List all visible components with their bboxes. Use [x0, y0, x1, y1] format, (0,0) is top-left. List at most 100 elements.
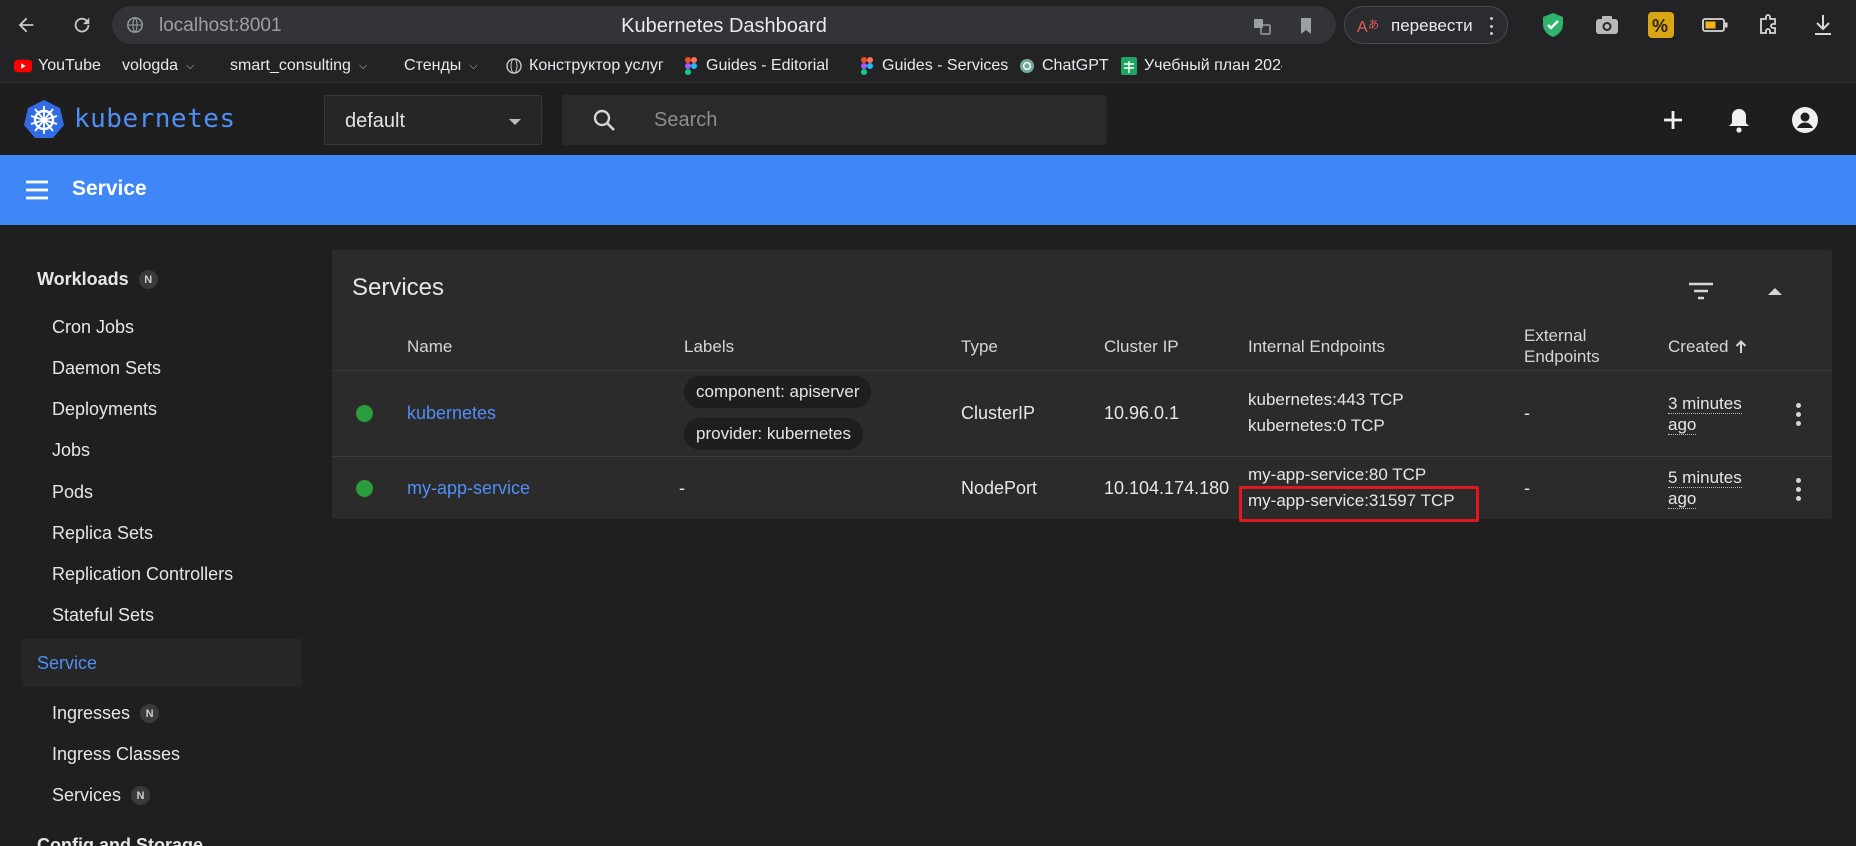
bookmark-label: Стенды [404, 57, 462, 74]
created-text: 5 minutes [1668, 468, 1742, 488]
namespaced-badge: N [138, 270, 158, 289]
card-title: Services [352, 274, 445, 301]
cluster-ip: 10.104.174.180 [1104, 478, 1230, 498]
row-actions-button[interactable] [1786, 399, 1810, 429]
column-header-name[interactable]: Name [407, 336, 452, 357]
sidebar-item-pods[interactable]: Pods [52, 482, 93, 503]
external-endpoints: - [1524, 478, 1530, 498]
bookmark-label: smart_consulting [230, 57, 351, 74]
labels-empty: - [679, 478, 685, 498]
sidebar-item-replica-sets[interactable]: Replica Sets [52, 523, 153, 544]
translate-extension[interactable]: Aあ перевести [1344, 6, 1508, 44]
sidebar-item-replication-controllers[interactable]: Replication Controllers [52, 564, 233, 585]
shield-extension-button[interactable] [1540, 12, 1566, 38]
more-vertical-icon[interactable] [1490, 17, 1494, 35]
sidebar-section-workloads[interactable]: Workloads N [37, 269, 158, 290]
bookmark-label: vologda [122, 57, 179, 74]
column-header-labels: Labels [684, 337, 735, 356]
bookmark-label: Guides - Services [882, 57, 1009, 74]
service-type: ClusterIP [961, 403, 1036, 423]
search-input[interactable] [654, 95, 1094, 145]
namespace-select[interactable]: default [324, 95, 542, 145]
sidebar: Workloads N Cron Jobs Daemon Sets Deploy… [0, 225, 310, 846]
bookmark-label: YouTube [38, 57, 101, 74]
service-type: NodePort [961, 478, 1038, 498]
sheets-icon [1120, 57, 1138, 75]
search-box [562, 95, 1107, 145]
row-divider [332, 456, 1832, 457]
bookmark-youtube[interactable]: YouTube [14, 55, 101, 77]
figma-icon [682, 57, 700, 75]
created-text: 3 minutes [1668, 394, 1742, 414]
sidebar-item-deployments[interactable]: Deployments [52, 399, 157, 420]
services-card: Services Name Labels Type Cluster IP Int… [332, 250, 1832, 519]
collapse-button[interactable] [1760, 276, 1790, 306]
sidebar-section-config-storage[interactable]: Config and Storage [37, 835, 203, 846]
bookmark-label: Guides - Editorial p [706, 57, 832, 74]
column-header-line: Endpoints [1524, 347, 1600, 366]
plus-icon [1664, 111, 1682, 129]
caret-up-icon [1768, 288, 1782, 295]
sidebar-item-jobs[interactable]: Jobs [52, 440, 90, 461]
create-button[interactable] [1658, 105, 1688, 135]
page-toolbar: Service [0, 155, 1856, 225]
bookmark-folder-vologda[interactable]: vologda ⌵ [122, 55, 194, 77]
globe-icon [505, 57, 523, 75]
svg-text:あ: あ [1368, 18, 1379, 31]
namespaced-badge: N [131, 786, 151, 805]
service-name-link[interactable]: kubernetes [407, 403, 496, 424]
svg-text:A: A [1357, 19, 1368, 36]
namespace-value: default [345, 110, 406, 132]
sidebar-item-services[interactable]: Services N [52, 785, 151, 806]
bookmark-service-constructor[interactable]: Конструктор услуг [505, 55, 665, 77]
account-button[interactable] [1790, 105, 1820, 135]
camera-extension-button[interactable] [1594, 12, 1620, 38]
sidebar-item-stateful-sets[interactable]: Stateful Sets [52, 605, 154, 626]
internal-endpoint: kubernetes:0 TCP [1248, 416, 1385, 435]
chatgpt-icon [1018, 57, 1036, 75]
sidebar-section-service[interactable]: Service [22, 639, 302, 687]
battery-extension-button[interactable] [1702, 12, 1728, 38]
menu-icon[interactable] [24, 177, 50, 203]
bell-icon [1729, 109, 1749, 133]
column-header-created[interactable]: Created [1668, 336, 1747, 357]
column-header-internal-endpoints: Internal Endpoints [1248, 337, 1386, 356]
row-actions-button[interactable] [1786, 474, 1810, 504]
bookmark-guides-editorial[interactable]: Guides - Editorial p [682, 55, 832, 77]
account-circle-icon [1792, 107, 1818, 133]
column-header-type: Type [961, 337, 998, 356]
sidebar-section-label: Config and Storage [37, 835, 203, 846]
bookmark-label: Конструктор услуг [529, 57, 664, 74]
kubernetes-logo[interactable]: kubernetes [24, 97, 236, 141]
bookmark-chatgpt[interactable]: ChatGPT [1018, 55, 1109, 77]
address-bar[interactable]: localhost:8001 Kubernetes Dashboard [112, 6, 1336, 44]
sidebar-item-label: Ingresses [52, 703, 131, 723]
sidebar-item-ingresses[interactable]: Ingresses N [52, 703, 160, 724]
search-icon [593, 109, 615, 131]
sidebar-item-ingress-classes[interactable]: Ingress Classes [52, 744, 180, 765]
bookmark-folder-smart-consulting[interactable]: smart_consulting ⌵ [230, 55, 367, 77]
bookmark-folder-stands[interactable]: Стенды ⌵ [404, 55, 478, 77]
back-button[interactable] [10, 9, 42, 41]
annotation-highlight-box [1239, 486, 1479, 522]
browser-toolbar: localhost:8001 Kubernetes Dashboard Aあ п… [0, 0, 1856, 50]
bookmark-icon[interactable] [1296, 16, 1316, 36]
service-name-link[interactable]: my-app-service [407, 478, 530, 499]
discount-extension-button[interactable]: % [1648, 12, 1674, 38]
sidebar-item-label: Ingress Classes [52, 744, 181, 764]
arrow-left-icon [18, 17, 34, 33]
sidebar-item-cron-jobs[interactable]: Cron Jobs [52, 317, 134, 338]
label-chip: provider: kubernetes [684, 418, 863, 450]
svg-text:%: % [1652, 16, 1668, 36]
sidebar-section-label: Workloads [37, 269, 129, 289]
notifications-button[interactable] [1724, 105, 1754, 135]
filter-button[interactable] [1686, 276, 1716, 306]
bookmark-guides-services[interactable]: Guides - Services [858, 55, 1008, 77]
reload-button[interactable] [66, 9, 98, 41]
sidebar-item-daemon-sets[interactable]: Daemon Sets [52, 358, 161, 379]
downloads-button[interactable] [1810, 12, 1836, 38]
extensions-button[interactable] [1756, 12, 1782, 38]
translate-page-icon[interactable] [1252, 16, 1272, 36]
external-endpoints: - [1524, 403, 1530, 423]
bookmark-study-plan[interactable]: Учебный план 2024 [1120, 55, 1282, 77]
